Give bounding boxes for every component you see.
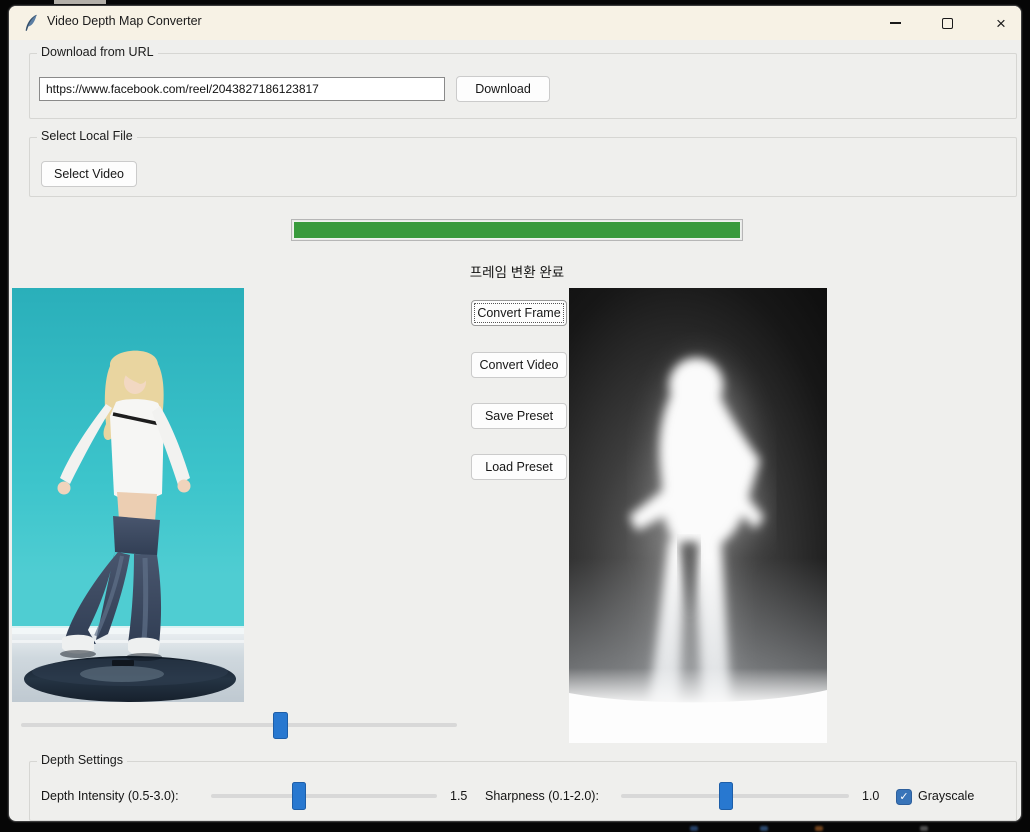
download-url-group-label: Download from URL [37, 45, 158, 59]
original-frame-preview [12, 288, 244, 702]
depth-intensity-value: 1.5 [450, 789, 467, 803]
app-feather-icon [23, 14, 39, 32]
window-title: Video Depth Map Converter [47, 14, 202, 28]
download-button[interactable]: Download [456, 76, 550, 102]
grayscale-checkbox[interactable]: ✓ [896, 789, 912, 805]
depth-map-preview [569, 288, 827, 743]
select-local-file-group-label: Select Local File [37, 129, 137, 143]
depth-intensity-slider-handle[interactable] [292, 782, 306, 810]
taskbar-glimpse [690, 826, 698, 831]
sharpness-label: Sharpness (0.1-2.0): [485, 789, 599, 803]
titlebar: Video Depth Map Converter × [9, 6, 1021, 40]
depth-map-image [569, 288, 827, 743]
grayscale-label: Grayscale [918, 789, 974, 803]
depth-settings-group-label: Depth Settings [37, 753, 127, 767]
status-text: 프레임 변환 완료 [291, 261, 743, 281]
save-preset-button[interactable]: Save Preset [471, 403, 567, 429]
load-preset-button[interactable]: Load Preset [471, 454, 567, 480]
select-video-button[interactable]: Select Video [41, 161, 137, 187]
depth-intensity-slider-track[interactable] [211, 794, 437, 798]
url-input[interactable] [39, 77, 445, 101]
select-local-file-group: Select Local File [29, 137, 1017, 197]
progress-bar-fill [293, 221, 741, 239]
sharpness-slider-track[interactable] [621, 794, 849, 798]
minimize-button[interactable] [875, 6, 915, 40]
progress-bar [291, 219, 743, 241]
maximize-button[interactable] [927, 6, 967, 40]
frame-slider-track[interactable] [21, 723, 457, 727]
sharpness-slider-handle[interactable] [719, 782, 733, 810]
depth-intensity-label: Depth Intensity (0.5-3.0): [41, 789, 179, 803]
close-icon: × [996, 15, 1006, 32]
convert-video-button[interactable]: Convert Video [471, 352, 567, 378]
close-button[interactable]: × [981, 6, 1021, 40]
minimize-icon [890, 22, 901, 24]
desktop-background: Video Depth Map Converter × Download fro… [0, 0, 1030, 832]
sharpness-value: 1.0 [862, 789, 879, 803]
original-frame-image [12, 288, 244, 702]
maximize-icon [942, 18, 953, 29]
app-window: Video Depth Map Converter × Download fro… [8, 5, 1022, 822]
frame-slider-handle[interactable] [273, 712, 288, 739]
convert-frame-button[interactable]: Convert Frame [471, 300, 567, 326]
